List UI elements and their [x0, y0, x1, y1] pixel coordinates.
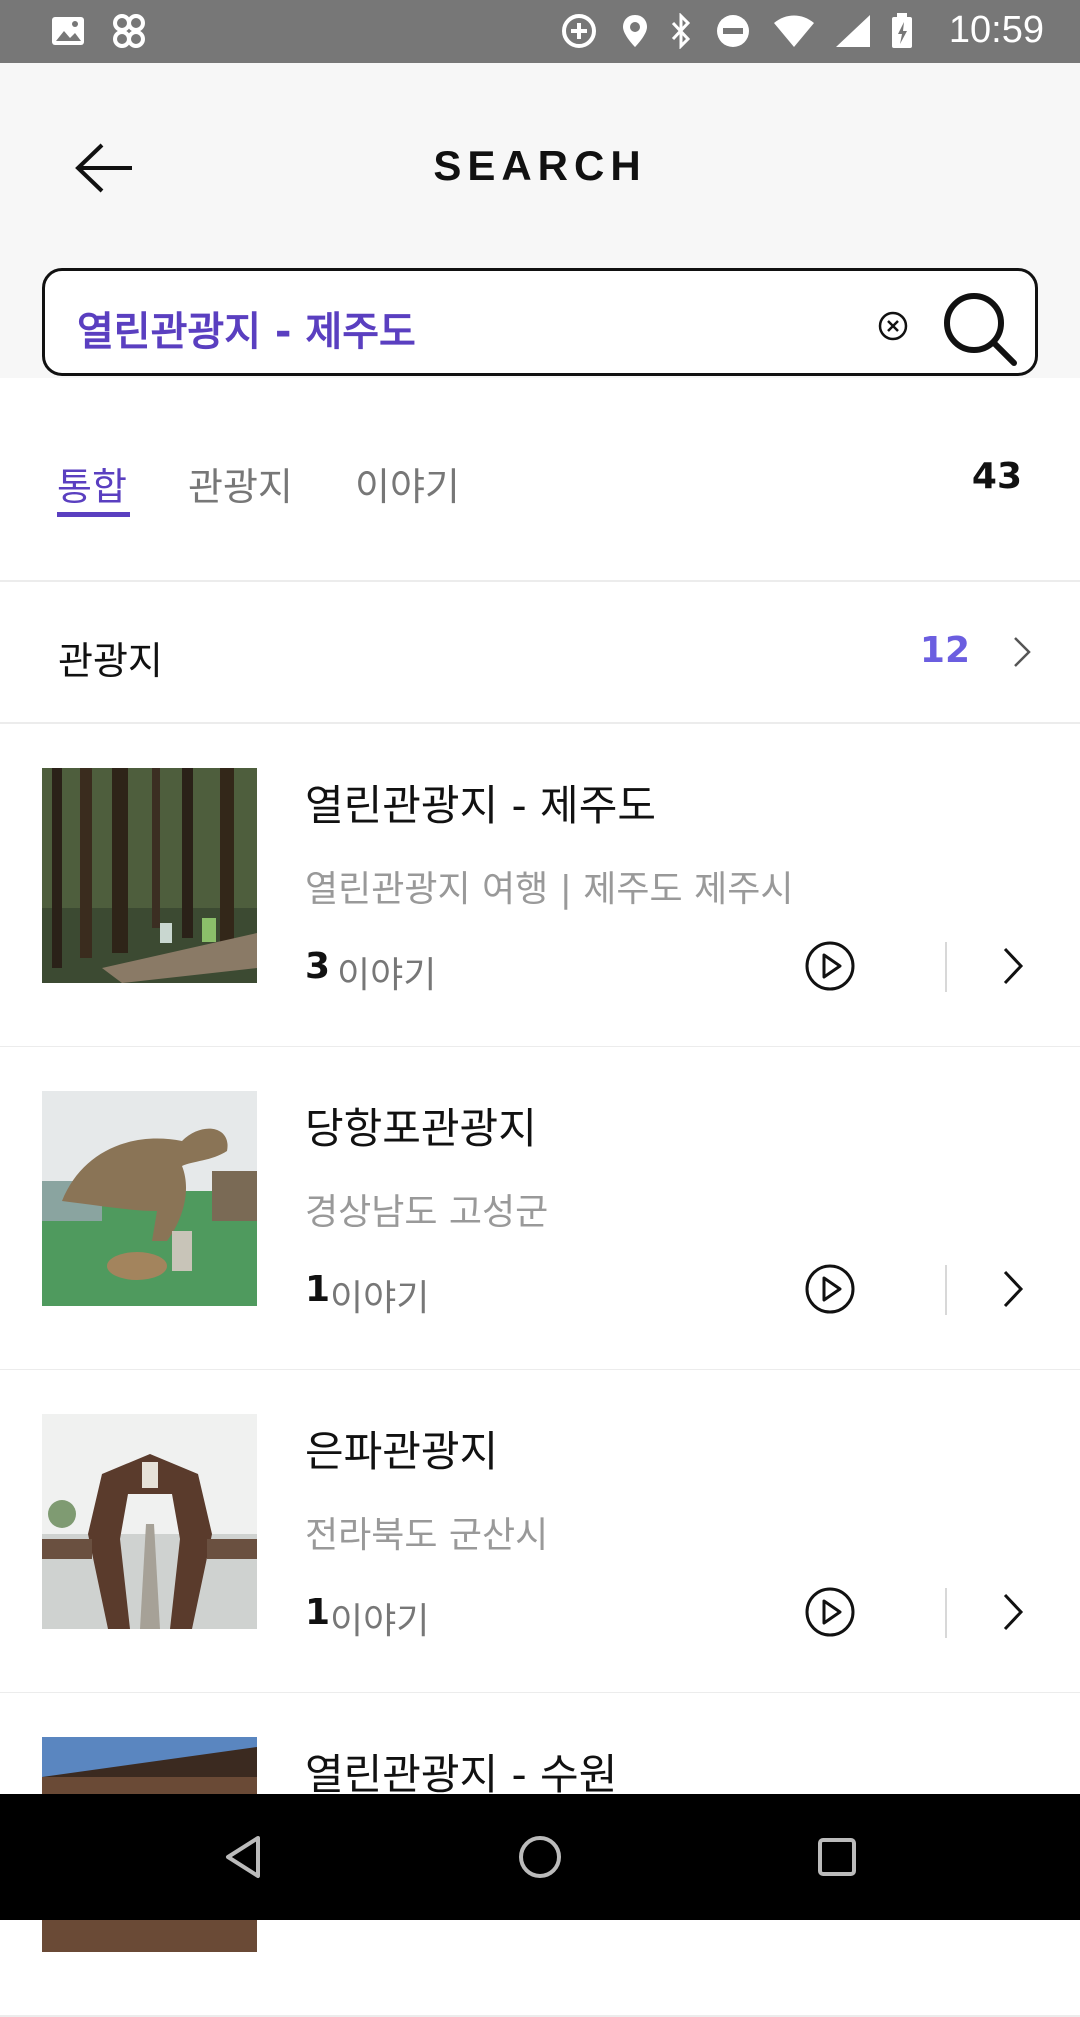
- nav-home-icon[interactable]: [515, 1832, 565, 1882]
- thumbnail-image: [42, 1414, 257, 1629]
- tab-stories[interactable]: 이야기: [355, 456, 460, 511]
- section-header-attractions[interactable]: 관광지 12: [0, 582, 1080, 724]
- search-input[interactable]: 열린관광지 - 제주도: [77, 299, 416, 357]
- divider: [945, 1588, 947, 1638]
- chevron-right-icon[interactable]: [1000, 1590, 1026, 1634]
- item-subtitle: 경상남도 고성군: [305, 1192, 549, 1233]
- status-time: 10:59: [948, 9, 1044, 51]
- bluetooth-icon: [671, 13, 691, 49]
- play-icon[interactable]: [804, 940, 856, 992]
- divider: [945, 1265, 947, 1315]
- nav-recents-icon[interactable]: [812, 1832, 862, 1882]
- status-bar: 10:59: [0, 0, 1080, 63]
- play-icon[interactable]: [804, 1263, 856, 1315]
- tab-attractions[interactable]: 관광지: [188, 456, 293, 511]
- section-title: 관광지: [58, 639, 163, 683]
- page-title: SEARCH: [433, 142, 647, 189]
- gallery-icon: [52, 17, 84, 45]
- cellular-signal-icon: [836, 15, 870, 47]
- story-count: 1: [305, 1592, 331, 1633]
- item-subtitle: 열린관광지 여행 | 제주도 제주시: [305, 869, 794, 910]
- story-count-label: 이야기: [337, 955, 437, 996]
- battery-icon: [892, 13, 912, 48]
- header: SEARCH 열린관광지 - 제주도: [0, 63, 1080, 378]
- location-icon: [623, 15, 647, 47]
- chevron-right-icon[interactable]: [1010, 634, 1034, 670]
- chevron-right-icon[interactable]: [1000, 944, 1026, 988]
- list-item[interactable]: 열린관광지 - 제주도 열린관광지 여행 | 제주도 제주시 3 이야기: [0, 724, 1080, 1048]
- tab-bar: 통합 관광지 이야기 43: [0, 378, 1080, 582]
- total-count: 43: [971, 456, 1022, 497]
- item-title: 열린관광지 - 제주도: [305, 781, 656, 830]
- wifi-icon: [774, 15, 814, 47]
- thumbnail-image: [42, 1091, 257, 1306]
- story-count-label: 이야기: [330, 1278, 430, 1319]
- play-icon[interactable]: [804, 1586, 856, 1638]
- search-box[interactable]: 열린관광지 - 제주도: [42, 268, 1038, 376]
- data-saver-icon: [562, 14, 596, 48]
- do-not-disturb-icon: [717, 15, 749, 47]
- pinwheel-icon: [113, 14, 145, 48]
- story-count: 3: [305, 946, 331, 987]
- tab-all[interactable]: 통합: [57, 456, 127, 511]
- thumbnail-image: [42, 768, 257, 983]
- item-title: 열린관광지 - 수원: [305, 1750, 618, 1799]
- chevron-right-icon[interactable]: [1000, 1267, 1026, 1311]
- divider: [945, 942, 947, 992]
- section-count: 12: [919, 630, 970, 671]
- clear-icon[interactable]: [878, 311, 908, 341]
- navigation-bar: [0, 1794, 1080, 1920]
- nav-back-icon[interactable]: [218, 1832, 268, 1882]
- story-count: 1: [305, 1269, 331, 1310]
- story-count-label: 이야기: [330, 1601, 430, 1642]
- item-subtitle: 전라북도 군산시: [305, 1515, 549, 1556]
- list-item[interactable]: 당항포관광지 경상남도 고성군 1 이야기: [0, 1047, 1080, 1371]
- active-tab-indicator: [57, 512, 130, 517]
- item-title: 당항포관광지: [305, 1104, 537, 1153]
- search-icon[interactable]: [940, 289, 1020, 369]
- item-title: 은파관광지: [305, 1427, 499, 1476]
- list-item[interactable]: 은파관광지 전라북도 군산시 1 이야기: [0, 1370, 1080, 1694]
